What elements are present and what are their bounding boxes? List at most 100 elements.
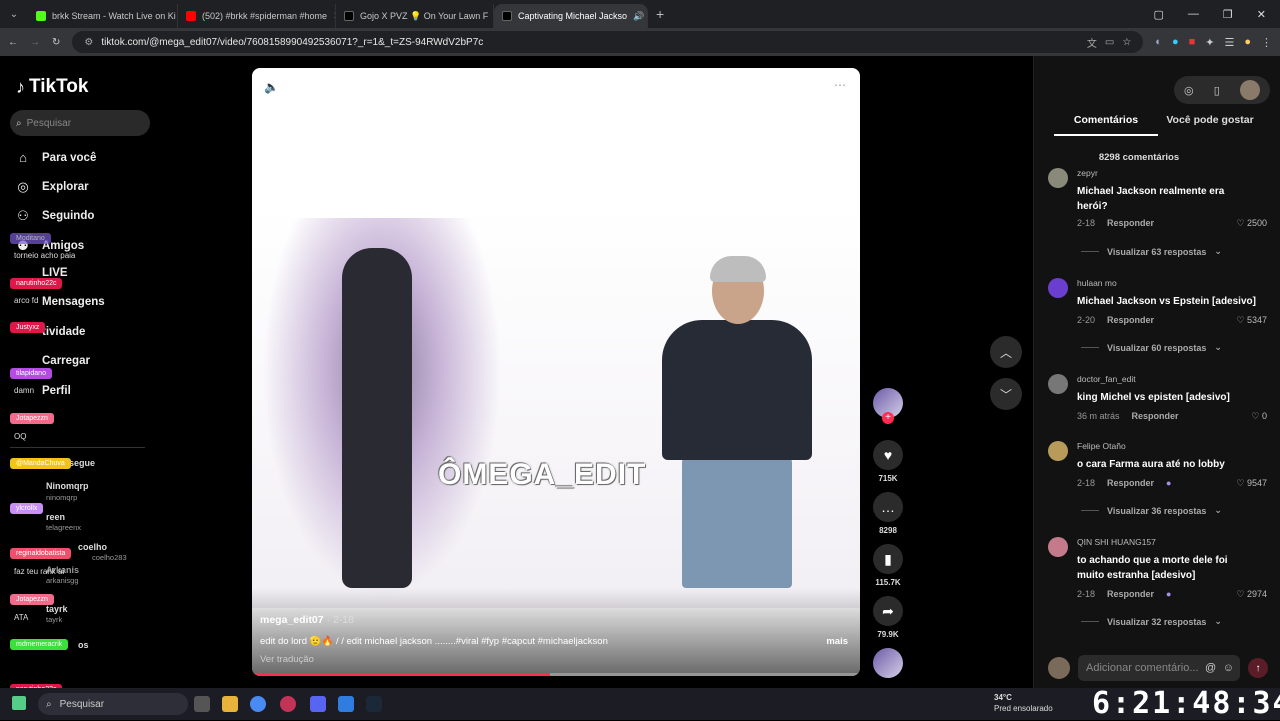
commenter-avatar[interactable] — [1048, 168, 1068, 188]
following-account-name[interactable]: tayrk — [46, 604, 68, 614]
weather-widget[interactable]: 34°C Pred ensolarado — [994, 692, 1053, 714]
view-replies-button[interactable]: Visualizar 36 respostas⌄ — [1081, 505, 1222, 516]
commenter-avatar[interactable] — [1048, 537, 1068, 557]
reply-button[interactable]: Responder — [1132, 411, 1179, 422]
maximize-icon[interactable]: ❐ — [1223, 8, 1233, 21]
reply-button[interactable]: Responder — [1107, 589, 1154, 600]
commenter-avatar[interactable] — [1048, 278, 1068, 298]
video-more-icon[interactable]: ⋯ — [834, 78, 846, 92]
nav-item-for-you[interactable]: ⌂Para você — [16, 150, 96, 165]
caption-more-button[interactable]: mais — [826, 636, 848, 647]
close-window-icon[interactable]: ✕ — [1257, 8, 1266, 21]
profile-menu-icon[interactable]: ▢ — [1154, 8, 1164, 21]
new-tab-button[interactable]: + — [656, 6, 664, 22]
author-name[interactable]: mega_edit07 — [260, 614, 324, 626]
commenter-name[interactable]: zepyr — [1077, 168, 1098, 178]
video-player[interactable]: 🔈 ⋯ ÔMEGA_EDIT mega_edit07 · 2-18 edit d… — [252, 68, 860, 676]
app-icon[interactable] — [338, 696, 354, 712]
site-info-icon[interactable]: ⚙ — [84, 37, 93, 48]
post-comment-button[interactable]: ↑ — [1248, 658, 1268, 678]
translate-link[interactable]: Ver tradução — [260, 654, 314, 665]
video-progress-bar[interactable] — [252, 673, 860, 676]
tab-comments[interactable]: Comentários — [1054, 114, 1158, 136]
emoji-icon[interactable]: ☺ — [1223, 662, 1234, 674]
save-button[interactable]: ▮ 115.7K — [870, 544, 906, 587]
music-disc[interactable] — [870, 648, 906, 678]
view-replies-button[interactable]: Visualizar 63 respostas⌄ — [1081, 246, 1222, 257]
minimize-icon[interactable]: — — [1188, 8, 1199, 21]
mention-icon[interactable]: @ — [1205, 662, 1216, 674]
commenter-name[interactable]: doctor_fan_edit — [1077, 374, 1136, 384]
nav-item-upload[interactable]: Carregar — [16, 355, 90, 367]
comment-like-button[interactable]: ♡ 2974 — [1236, 589, 1267, 600]
browser-tab-gojo[interactable]: Gojo X PVZ 💡 On Your Lawn F — [336, 4, 494, 28]
windows-start-icon[interactable] — [12, 696, 26, 710]
comment-like-button[interactable]: ♡ 5347 — [1236, 315, 1267, 326]
comment-like-button[interactable]: ♡ 0 — [1251, 411, 1267, 422]
browser-tab-active[interactable]: Captivating Michael Jackso 🔊 ✕ — [494, 4, 648, 28]
tab-search-icon[interactable]: ⌄ — [0, 9, 28, 20]
commenter-name[interactable]: QIN SHI HUANG157 — [1077, 537, 1156, 547]
share-button[interactable]: ➦ 79.9K — [870, 596, 906, 639]
view-replies-button[interactable]: Visualizar 32 respostas⌄ — [1081, 616, 1222, 627]
task-view-icon[interactable] — [194, 696, 210, 712]
extension-icon[interactable]: ◐ — [1155, 36, 1162, 49]
extension-icon[interactable]: ● — [1172, 36, 1179, 49]
explore-icon[interactable]: ◎ — [1184, 84, 1194, 97]
back-icon[interactable]: ← — [8, 37, 18, 48]
following-account-name[interactable]: coelho — [78, 542, 107, 552]
cast-icon[interactable]: ▭ — [1105, 37, 1114, 48]
reply-button[interactable]: Responder — [1107, 218, 1154, 229]
chat-username-badge: Justyxz — [10, 322, 45, 333]
following-account-name[interactable]: Ninomqrp — [46, 481, 89, 491]
kebab-menu-icon[interactable]: ⋮ — [1261, 36, 1272, 49]
comment-like-button[interactable]: ♡ 2500 — [1236, 218, 1267, 229]
commenter-name[interactable]: hulaan mo — [1077, 278, 1117, 288]
follow-plus-icon[interactable]: + — [882, 412, 894, 424]
bookmark-star-icon[interactable]: ☆ — [1122, 37, 1131, 48]
creator-avatar[interactable]: + — [870, 388, 906, 418]
comment-input[interactable]: Adicionar comentário... @ ☺ — [1078, 655, 1240, 681]
user-avatar[interactable] — [1240, 80, 1260, 100]
browser-tab-kick[interactable]: brkk Stream - Watch Live on Ki ✕ — [28, 4, 178, 28]
taskbar-search[interactable]: ⌕ Pesquisar — [38, 693, 188, 715]
forward-icon[interactable]: → — [30, 37, 40, 48]
commenter-name[interactable]: Felipe Otaño — [1077, 441, 1126, 451]
steam-icon[interactable] — [366, 696, 382, 712]
audio-playing-icon[interactable]: 🔊 — [633, 11, 644, 22]
commenter-avatar[interactable] — [1048, 441, 1068, 461]
like-button[interactable]: ♥ 715K — [870, 440, 906, 483]
device-icon[interactable]: ▯ — [1214, 84, 1220, 97]
previous-video-button[interactable]: ︿ — [990, 336, 1022, 368]
chrome-icon[interactable] — [250, 696, 266, 712]
next-video-button[interactable]: ﹀ — [990, 378, 1022, 410]
following-account-name[interactable]: os — [78, 640, 89, 650]
reply-button[interactable]: Responder — [1107, 478, 1154, 489]
sidebar-toggle-icon[interactable]: ☰ — [1224, 36, 1234, 49]
dancer-silhouette — [342, 248, 412, 588]
app-icon[interactable] — [280, 696, 296, 712]
nav-item-explore[interactable]: ◎Explorar — [16, 179, 89, 195]
comment-button[interactable]: … 8298 — [870, 492, 906, 535]
following-account-name[interactable]: reen — [46, 512, 65, 522]
comment-meta: 36 m atrás Responder ♡ 0 — [1077, 411, 1267, 422]
commenter-avatar[interactable] — [1048, 374, 1068, 394]
tiktok-logo[interactable]: ♪ TikTok — [16, 76, 88, 98]
search-input[interactable]: ⌕ Pesquisar — [10, 110, 150, 136]
mute-icon[interactable]: 🔈 — [264, 80, 279, 94]
adblock-extension-icon[interactable]: ■ — [1189, 36, 1196, 49]
translate-icon[interactable]: 文 — [1087, 35, 1097, 50]
file-explorer-icon[interactable] — [222, 696, 238, 712]
url-field[interactable]: ⚙ tiktok.com/@mega_edit07/video/76081589… — [72, 31, 1143, 53]
browser-tab-youtube[interactable]: (502) #brkk #spiderman #home ✕ — [178, 4, 336, 28]
comment-like-button[interactable]: ♡ 9547 — [1236, 478, 1267, 489]
view-replies-button[interactable]: Visualizar 60 respostas⌄ — [1081, 342, 1222, 353]
puzzle-icon[interactable]: ✦ — [1205, 36, 1214, 49]
video-author[interactable]: mega_edit07 · 2-18 — [260, 614, 354, 626]
tab-you-may-like[interactable]: Você pode gostar — [1158, 114, 1262, 136]
profile-avatar-icon[interactable]: ● — [1244, 36, 1251, 49]
discord-icon[interactable] — [310, 696, 326, 712]
reload-icon[interactable]: ↻ — [52, 37, 60, 48]
nav-item-following[interactable]: ⚇Seguindo — [16, 208, 94, 224]
reply-button[interactable]: Responder — [1107, 315, 1154, 326]
